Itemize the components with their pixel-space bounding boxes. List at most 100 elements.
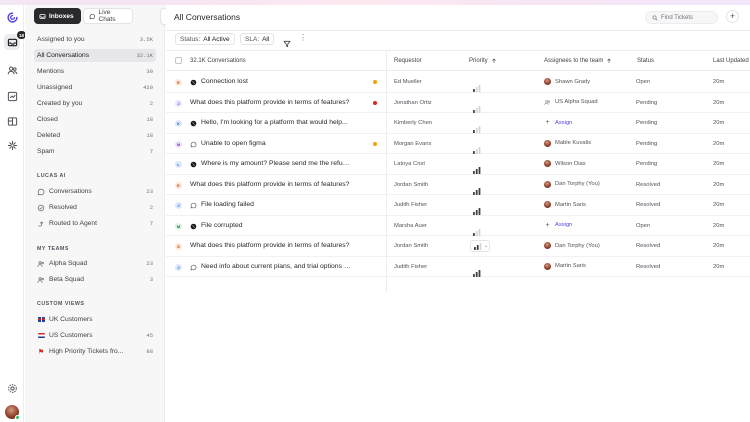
tab-inboxes[interactable]: Inboxes — [34, 8, 81, 24]
priority-select[interactable]: ⌄ — [470, 240, 490, 252]
table-row[interactable]: E Connection lost Ed Mueller Shawn Grady Ope… — [166, 72, 750, 93]
sidebar-item-mentions[interactable]: Mentions 30 — [34, 65, 156, 78]
sidebar-item-high-priority-tickets-fro[interactable]: ⚑ High Priority Tickets fro... 88 — [34, 345, 156, 358]
sidebar-item-label: Assigned to you — [37, 36, 85, 43]
priority-indicator[interactable] — [473, 264, 481, 277]
tab-live-chats-label: Live Chats — [98, 9, 116, 23]
library-icon[interactable] — [4, 113, 20, 129]
sidebar-item-label: All Conversations — [37, 52, 90, 59]
sidebar-item-deleted[interactable]: Deleted 18 — [34, 129, 156, 142]
priority-indicator[interactable] — [473, 182, 481, 195]
conversation-subject[interactable]: File loading failed — [201, 201, 351, 208]
col-assignee[interactable]: Assignees to the team — [544, 58, 612, 64]
tab-live-chats[interactable]: Live Chats — [83, 8, 133, 24]
sidebar-item-routed-to-agent[interactable]: Routed to Agent 7 — [34, 217, 156, 230]
inbox-icon[interactable]: 18 — [4, 31, 26, 50]
col-status[interactable]: Status — [637, 58, 654, 64]
conversation-subject[interactable]: What does this platform provide in terms… — [190, 181, 352, 188]
reports-icon[interactable] — [4, 88, 20, 104]
last-updated: 20m — [713, 99, 725, 106]
status-label: Open — [636, 79, 651, 85]
assignee[interactable]: US Alpha Squad — [544, 99, 598, 106]
contacts-icon[interactable] — [4, 62, 20, 78]
priority-indicator[interactable] — [473, 141, 481, 154]
priority-indicator[interactable] — [473, 120, 481, 133]
col-last-updated[interactable]: Last Updated — [713, 58, 749, 64]
sidebar-item-us-customers[interactable]: US Customers 45 — [34, 329, 156, 342]
sidebar-item-assigned-to-you[interactable]: Assigned to you 3.5K — [34, 33, 156, 46]
sidebar-item-spam[interactable]: Spam 7 — [34, 145, 156, 158]
priority-indicator[interactable] — [473, 161, 481, 174]
sidebar-item-unassigned[interactable]: Unassigned 420 — [34, 81, 156, 94]
conversation-subject[interactable]: Connection lost — [201, 78, 351, 85]
sidebar-item-label: Closed — [37, 116, 58, 123]
status-filter[interactable]: Status: All Active — [175, 33, 235, 45]
priority-indicator[interactable] — [473, 223, 481, 236]
priority-indicator[interactable] — [473, 79, 481, 92]
sidebar-item-all-conversations[interactable]: All Conversations 32.1K — [34, 49, 156, 62]
priority-bars-icon — [473, 269, 481, 277]
sidebar-item-label: Created by you — [37, 100, 83, 107]
page-title: All Conversations — [174, 12, 241, 22]
sidebar-item-alpha-squad[interactable]: Alpha Squad 23 — [34, 257, 156, 270]
main-panel: All Conversations Find Tickets + Status:… — [166, 5, 750, 422]
requestor-name: Morgan Evans — [394, 140, 432, 147]
conversation-subject[interactable]: Need info about current plans, and trial… — [201, 263, 351, 270]
conversation-subject[interactable]: File corrupted — [201, 222, 351, 229]
sidebar-item-count: 3 — [149, 276, 153, 283]
more-options-icon[interactable]: ⋮ — [299, 34, 307, 42]
conversation-subject[interactable]: What does this platform provide in terms… — [190, 99, 352, 106]
priority-bars-icon — [473, 187, 481, 195]
status-label: Resolved — [636, 202, 661, 208]
assignee[interactable]: Wilson Dias — [544, 160, 586, 167]
conversation-subject[interactable]: Unable to open figma — [201, 140, 351, 147]
conversation-subject[interactable]: Where is my amount? Please send me the r… — [201, 160, 351, 167]
logo-icon[interactable] — [4, 9, 20, 25]
conversation-subject[interactable]: What does this platform provide in terms… — [190, 242, 352, 249]
sidebar-item-created-by-you[interactable]: Created by you 2 — [34, 97, 156, 110]
table-row[interactable]: S What does this platform provide in term… — [166, 236, 750, 257]
requestor-name: Ed Mueller — [394, 79, 422, 85]
table-row[interactable]: J File loading failed Judith Fisher Martin … — [166, 195, 750, 216]
us-flag-icon — [37, 332, 45, 340]
sidebar-item-conversations[interactable]: Conversations 23 — [34, 185, 156, 198]
assignee[interactable]: Martin Saris — [544, 201, 586, 208]
filter-icon[interactable] — [283, 35, 293, 48]
priority-bar — [475, 107, 478, 113]
new-conversation-button[interactable]: + — [726, 10, 739, 23]
table-row[interactable]: E What does this platform provide in term… — [166, 175, 750, 195]
priority-indicator[interactable] — [473, 202, 481, 215]
assignee[interactable]: Mable Kuvalis — [544, 139, 591, 147]
table-row[interactable]: M File corrupted Marsha Auer + Assign Open 20m — [166, 216, 750, 236]
assign-button[interactable]: + Assign — [544, 222, 572, 229]
table-row[interactable]: K Hello, I'm looking for a platform that … — [166, 113, 750, 134]
select-all-checkbox[interactable] — [175, 57, 182, 64]
assignee[interactable]: Dan Torphy (You) — [544, 242, 600, 249]
priority-indicator[interactable] — [473, 100, 481, 113]
col-requestor[interactable]: Requestor — [394, 58, 422, 64]
table-row[interactable]: J Need info about current plans, and tria… — [166, 257, 750, 277]
col-priority[interactable]: Priority — [469, 58, 497, 64]
find-tickets-input[interactable]: Find Tickets — [645, 11, 718, 24]
priority-bars-icon — [473, 126, 481, 133]
table-row[interactable]: J What does this platform provide in term… — [166, 93, 750, 113]
sla-filter[interactable]: SLA: All — [240, 33, 275, 45]
nav-rail: 18 — [0, 5, 26, 422]
settings-icon[interactable] — [4, 380, 20, 396]
sidebar-item-label: High Priority Tickets fro... — [49, 348, 124, 355]
assignee[interactable]: Shawn Grady — [544, 78, 590, 85]
assign-button[interactable]: + Assign — [544, 119, 572, 126]
table-row[interactable]: L Where is my amount? Please send me the … — [166, 154, 750, 175]
requestor-name: Latoya Crist — [394, 161, 425, 167]
sidebar-item-resolved[interactable]: Resolved 2 — [34, 201, 156, 214]
integrations-icon[interactable] — [4, 137, 20, 153]
sort-arrow-icon — [491, 58, 496, 63]
table-row[interactable]: M Unable to open figma Morgan Evans Mable K… — [166, 134, 750, 154]
sidebar-item-uk-customers[interactable]: UK Customers — [34, 313, 156, 326]
sidebar-item-closed[interactable]: Closed 18 — [34, 113, 156, 126]
assignee[interactable]: Dan Torphy (You) — [544, 180, 600, 188]
assignee[interactable]: Martin Saris — [544, 262, 586, 270]
conversation-subject[interactable]: Hello, I'm looking for a platform that w… — [201, 119, 351, 126]
last-updated: 20m — [713, 161, 725, 167]
sidebar-item-beta-squad[interactable]: Beta Squad 3 — [34, 273, 156, 286]
